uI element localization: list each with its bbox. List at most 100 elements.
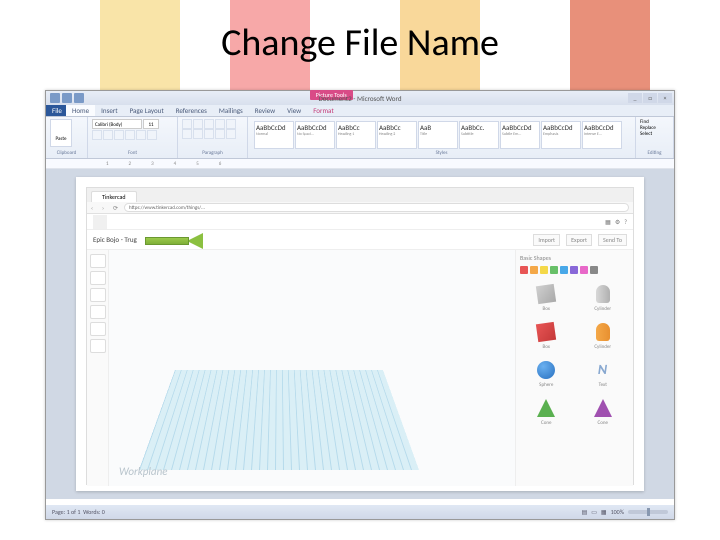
shape-box[interactable]: Box (520, 318, 573, 352)
import-button[interactable]: Import (533, 234, 560, 246)
tab-file[interactable]: File (46, 105, 66, 116)
shape-cone-purple[interactable]: Cone (577, 394, 630, 428)
font-size-select[interactable]: 11 (143, 119, 159, 129)
justify-icon[interactable] (215, 129, 225, 139)
ribbon: Paste Clipboard Calibri (Body) 11 Font (46, 117, 674, 159)
quick-access-toolbar (46, 93, 84, 103)
style-item[interactable]: AaBbCc.Subtitle (459, 121, 499, 149)
group-label: Font (92, 150, 173, 156)
url-input[interactable]: https://www.tinkercad.com/things/... (124, 203, 629, 212)
document-page: Tinkercad ‹ › ⟳ https://www.tinkercad.co… (76, 177, 644, 491)
color-swatch[interactable] (590, 266, 598, 274)
color-swatch[interactable] (560, 266, 568, 274)
bold-icon[interactable] (92, 130, 102, 140)
ribbon-tabs: File Home Insert Page Layout References … (46, 105, 674, 117)
fit-view-icon[interactable] (90, 288, 106, 302)
color-swatch[interactable] (570, 266, 578, 274)
paste-button[interactable]: Paste (50, 119, 72, 147)
italic-icon[interactable] (103, 130, 113, 140)
browser-tabs: Tinkercad (87, 188, 633, 202)
shape-cylinder[interactable]: Cylinder (577, 318, 630, 352)
reload-icon[interactable]: ⟳ (113, 204, 121, 212)
back-icon[interactable]: ‹ (91, 204, 99, 212)
view-print-icon[interactable]: ▤ (582, 508, 588, 516)
window-controls: _ □ × (628, 93, 672, 103)
shape-cone-green[interactable]: Cone (520, 394, 573, 428)
style-item[interactable]: AaBbCcDdNormal (254, 121, 294, 149)
select-button[interactable]: Select (640, 131, 669, 137)
shape-text[interactable]: NText (577, 356, 630, 390)
canvas-3d[interactable]: Workplane (109, 250, 515, 486)
close-button[interactable]: × (658, 93, 672, 103)
tab-references[interactable]: References (170, 105, 213, 116)
tab-format[interactable]: Format (307, 105, 339, 116)
align-left-icon[interactable] (182, 129, 192, 139)
callout-arrow-icon (145, 234, 205, 248)
home-view-icon[interactable] (90, 271, 106, 285)
export-button[interactable]: Export (566, 234, 592, 246)
redo-icon[interactable] (74, 93, 84, 103)
align-right-icon[interactable] (204, 129, 214, 139)
help-icon[interactable]: ? (624, 218, 627, 226)
view-web-icon[interactable]: ▦ (601, 508, 607, 516)
strike-icon[interactable] (125, 130, 135, 140)
indent-dec-icon[interactable] (215, 119, 225, 129)
tab-mailings[interactable]: Mailings (213, 105, 249, 116)
style-item[interactable]: AaBbCcHeading 2 (377, 121, 417, 149)
style-item[interactable]: AaBbCcDdEmphasis (541, 121, 581, 149)
clipboard-group: Paste Clipboard (46, 117, 88, 158)
shape-sphere[interactable]: Sphere (520, 356, 573, 390)
group-label: Paragraph (182, 150, 243, 156)
subscript-icon[interactable] (136, 130, 146, 140)
style-item[interactable]: AaBTitle (418, 121, 458, 149)
zoom-level: 100% (611, 508, 624, 516)
browser-tab[interactable]: Tinkercad (91, 191, 137, 202)
style-item[interactable]: AaBbCcDdSubtle Em... (500, 121, 540, 149)
color-swatches (520, 266, 629, 274)
view-read-icon[interactable]: ▭ (591, 508, 597, 516)
shape-cylinder-hole[interactable]: Cylinder (577, 280, 630, 314)
zoom-slider[interactable] (628, 510, 668, 514)
color-swatch[interactable] (550, 266, 558, 274)
bullet-list-icon[interactable] (182, 119, 192, 129)
design-name-field[interactable]: Epic Bojo - Trug (93, 235, 137, 244)
zoom-in-icon[interactable] (90, 305, 106, 319)
underline-icon[interactable] (114, 130, 124, 140)
tab-home[interactable]: Home (66, 105, 95, 116)
number-list-icon[interactable] (193, 119, 203, 129)
styles-gallery[interactable]: AaBbCcDdNormalAaBbCcDdNo Spaci...AaBbCcH… (252, 119, 631, 150)
tab-page-layout[interactable]: Page Layout (124, 105, 170, 116)
maximize-button[interactable]: □ (643, 93, 657, 103)
font-color-icon[interactable] (147, 130, 157, 140)
indent-inc-icon[interactable] (226, 119, 236, 129)
settings-icon[interactable]: ⚙ (615, 218, 620, 226)
style-item[interactable]: AaBbCcDdNo Spaci... (295, 121, 335, 149)
tab-review[interactable]: Review (249, 105, 281, 116)
color-swatch[interactable] (540, 266, 548, 274)
line-spacing-icon[interactable] (226, 129, 236, 139)
color-swatch[interactable] (530, 266, 538, 274)
multilevel-icon[interactable] (204, 119, 214, 129)
gallery-icon[interactable]: ▦ (605, 218, 611, 226)
undo-icon[interactable] (62, 93, 72, 103)
editing-group: Find Replace Select Editing (636, 117, 674, 158)
group-label: Editing (640, 150, 669, 156)
viewcube-icon[interactable] (90, 254, 106, 268)
color-swatch[interactable] (520, 266, 528, 274)
save-icon[interactable] (50, 93, 60, 103)
shape-box-hole[interactable]: Box (520, 280, 573, 314)
font-name-select[interactable]: Calibri (Body) (92, 119, 142, 129)
ortho-view-icon[interactable] (90, 339, 106, 353)
style-item[interactable]: AaBbCcHeading 1 (336, 121, 376, 149)
forward-icon[interactable]: › (102, 204, 110, 212)
tab-view[interactable]: View (281, 105, 307, 116)
color-swatch[interactable] (580, 266, 588, 274)
tab-insert[interactable]: Insert (95, 105, 123, 116)
align-center-icon[interactable] (193, 129, 203, 139)
minimize-button[interactable]: _ (628, 93, 642, 103)
tinkercad-header: ▦ ⚙ ? (87, 214, 633, 230)
zoom-out-icon[interactable] (90, 322, 106, 336)
tinkercad-logo-icon[interactable] (93, 215, 107, 229)
style-item[interactable]: AaBbCcDdIntense E... (582, 121, 622, 149)
sendto-button[interactable]: Send To (598, 234, 627, 246)
